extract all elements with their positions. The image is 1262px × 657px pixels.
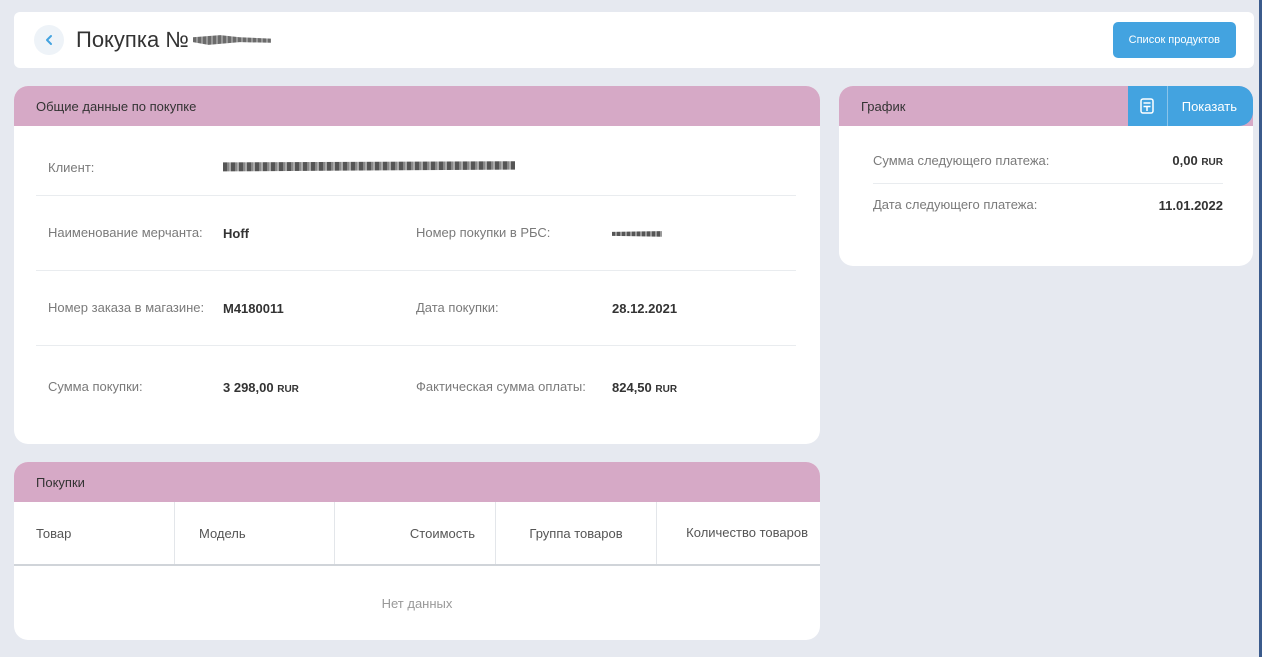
next-payment-sum-value: 0,00 RUR	[1172, 153, 1223, 168]
page-title-text: Покупка №	[76, 27, 189, 52]
next-payment-sum-currency: RUR	[1201, 157, 1223, 168]
general-data-card: Общие данные по покупке Клиент: Наименов…	[14, 86, 820, 444]
actual-sum-value: 824,50 RUR	[612, 380, 792, 395]
next-payment-sum-row: Сумма следующего платежа: 0,00 RUR	[873, 138, 1223, 184]
actual-sum-currency: RUR	[655, 383, 678, 395]
redacted-rbs-number	[612, 231, 662, 237]
schedule-title: График	[861, 98, 906, 114]
chevron-left-icon	[46, 35, 52, 45]
actual-sum-label: Фактическая сумма оплаты:	[416, 379, 586, 394]
calculator-icon	[1140, 98, 1154, 114]
next-payment-date-value: 11.01.2022	[1158, 197, 1223, 213]
next-payment-sum-label: Сумма следующего платежа:	[873, 152, 1050, 168]
sum-amount: 3 298,00	[223, 379, 274, 395]
date-value: 28.12.2021	[612, 300, 678, 316]
redacted-purchase-number	[192, 35, 271, 45]
purchases-card: Покупки Товар Модель Стоимость Группа то…	[14, 462, 820, 640]
redacted-client-name	[223, 161, 515, 172]
sum-row: Сумма покупки: 3 298,00 RUR Фактическая …	[36, 346, 796, 428]
sum-label: Сумма покупки:	[48, 379, 143, 394]
schedule-actions: Показать	[1127, 86, 1253, 126]
order-value: M4180011	[223, 300, 284, 316]
sum-value: 3 298,00 RUR	[223, 380, 416, 395]
next-payment-sum-amount: 0,00	[1172, 153, 1198, 168]
merchant-value: Hoff	[223, 225, 249, 241]
actual-sum-amount: 824,50	[612, 379, 652, 395]
rbs-value	[612, 226, 792, 241]
merchant-row: Наименование мерчанта: Hoff Номер покупк…	[36, 196, 796, 271]
purchases-header: Покупки	[14, 462, 820, 502]
page-header: Покупка № Список продуктов	[14, 12, 1254, 68]
column-product[interactable]: Товар	[14, 502, 175, 564]
client-value	[223, 160, 515, 175]
rbs-label: Номер покупки в РБС:	[416, 225, 551, 240]
general-data-header: Общие данные по покупке	[14, 86, 820, 126]
client-label: Клиент:	[48, 159, 95, 175]
empty-state: Нет данных	[381, 596, 453, 611]
next-payment-date-row: Дата следующего платежа: 11.01.2022	[873, 184, 1223, 226]
order-row: Номер заказа в магазине: M4180011 Дата п…	[36, 271, 796, 346]
back-button[interactable]	[34, 25, 64, 55]
products-list-button[interactable]: Список продуктов	[1112, 22, 1236, 58]
column-cost[interactable]: Стоимость	[335, 502, 496, 564]
date-label: Дата покупки:	[416, 300, 499, 315]
calculator-button[interactable]	[1127, 86, 1168, 126]
client-row: Клиент:	[36, 140, 796, 196]
sum-currency: RUR	[277, 383, 299, 395]
purchases-table-header: Товар Модель Стоимость Группа товаров Ко…	[14, 502, 820, 566]
schedule-header: График Показать	[839, 86, 1253, 126]
column-product-group[interactable]: Группа товаров	[496, 502, 657, 564]
order-label: Номер заказа в магазине:	[48, 300, 205, 315]
column-quantity[interactable]: Количество товаров	[657, 502, 820, 564]
show-button[interactable]: Показать	[1167, 86, 1253, 126]
next-payment-date-label: Дата следующего платежа:	[873, 197, 1038, 212]
page-title: Покупка №	[76, 27, 271, 53]
merchant-label: Наименование мерчанта:	[48, 225, 203, 240]
schedule-card: График Показать Сумма следующего платежа…	[839, 86, 1253, 266]
column-model[interactable]: Модель	[175, 502, 335, 564]
